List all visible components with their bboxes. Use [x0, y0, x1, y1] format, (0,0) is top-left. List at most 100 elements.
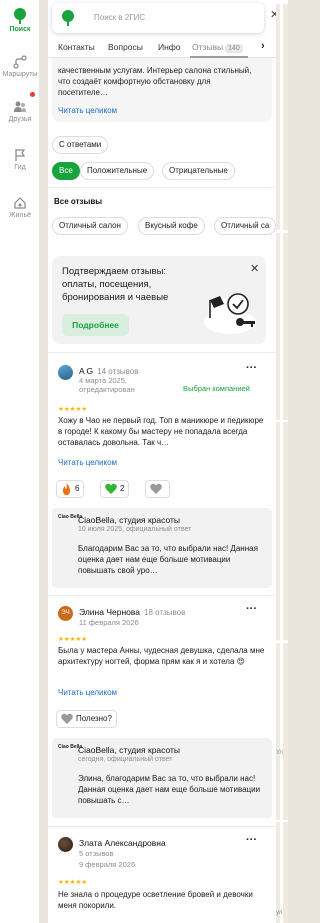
all-reviews-title: Все отзывы	[54, 197, 103, 206]
reviewer-name-text: A G	[79, 366, 94, 376]
search-input[interactable]: Поиск в 2ГИС	[94, 13, 145, 22]
reviewer-count: 5 отзывов	[79, 849, 114, 858]
reviewer-name-text: Злата Александровна	[79, 838, 166, 848]
search-leaf-icon	[0, 8, 40, 24]
review-card: A G 14 отзывов ··· 4 марта 2025, отредакт…	[48, 360, 276, 502]
more-icon[interactable]: ···	[246, 603, 257, 615]
rating-stars: ★★★★★	[58, 879, 88, 886]
rail-item-friends[interactable]: Друзья	[0, 100, 40, 123]
rail-label: Жильё	[9, 212, 31, 219]
reviewer-count: 14 отзывов	[97, 367, 139, 376]
green-heart-icon	[105, 484, 117, 495]
review-date: 9 февраля 2026	[79, 860, 136, 869]
rating-stars: ★★★★★	[58, 636, 88, 643]
tab-info[interactable]: Инфо	[158, 42, 181, 52]
reply-meta: 10 июля 2025, официальный ответ	[78, 526, 192, 533]
friends-icon	[0, 100, 40, 114]
review-text: Не знала о процедуре осветление бровей и…	[58, 890, 253, 910]
reaction-count: 6	[75, 484, 80, 493]
map-area[interactable]	[276, 0, 288, 923]
tag-chip[interactable]: Отличный са	[214, 217, 276, 235]
filter-negative[interactable]: Отрицательные	[162, 162, 235, 180]
reply-meta: сегодня, официальный ответ	[78, 756, 173, 763]
reviewer-name: Элина Чернова 18 отзывов	[79, 607, 185, 617]
guide-flag-icon	[0, 148, 40, 162]
promo-text: Подтверждаем отзывы: оплаты, посещения, …	[62, 266, 169, 303]
reaction-heart-button[interactable]: 2	[100, 480, 130, 498]
rating-stars: ★★★★★	[58, 406, 88, 413]
review-text: Была у мастера Анны, чудесная девушка, с…	[58, 646, 265, 666]
tab-contacts[interactable]: Контакты	[58, 42, 95, 52]
rail-item-housing[interactable]: Жильё	[0, 196, 40, 219]
rail-label: Маршруты	[2, 71, 38, 78]
reviews-count-badge: 140	[225, 44, 243, 53]
reply-text: Элина, благодарим Вас за то, что выбрали…	[78, 774, 261, 805]
tab-reviews-label: Отзывы	[192, 42, 224, 52]
close-icon[interactable]: ✕	[250, 262, 259, 275]
reaction-like-button[interactable]	[145, 480, 170, 498]
tab-questions[interactable]: Вопросы	[108, 42, 143, 52]
map-street-label: ул	[276, 910, 283, 916]
review-date: 11 февраля 2026	[79, 618, 139, 627]
heart-icon	[61, 714, 73, 725]
divider	[48, 595, 276, 596]
tag-chip[interactable]: Вкусный кофе	[138, 217, 205, 235]
avatar	[58, 365, 73, 380]
read-more-link[interactable]: Читать целиком	[58, 106, 117, 115]
divider	[48, 187, 276, 188]
rail-label: Гид	[14, 164, 26, 171]
helpful-label: Полезно?	[76, 714, 112, 723]
search-leaf-icon	[61, 10, 75, 31]
read-more-link[interactable]: Читать целиком	[58, 458, 117, 467]
reply-company-name: CiaoBella, студия красоты	[78, 745, 181, 755]
filter-all[interactable]: Все	[52, 162, 80, 180]
official-reply: Ciao Bella CiaoBella, студия красоты 10 …	[52, 508, 272, 588]
heart-icon	[150, 484, 162, 495]
avatar	[58, 837, 73, 852]
reply-company-name: CiaoBella, студия красоты	[78, 515, 181, 525]
reviewer-count: 18 отзывов	[144, 608, 186, 617]
divider	[48, 826, 276, 827]
promo-more-button[interactable]: Подробнее	[62, 314, 129, 336]
tab-bar: Контакты Вопросы Инфо Отзывы 140 ›	[48, 36, 276, 58]
helpful-button[interactable]: Полезно?	[56, 710, 117, 728]
read-more-link[interactable]: Читать целиком	[58, 688, 117, 697]
review-card: Злата Александровна ··· 5 отзывов 9 февр…	[48, 834, 276, 923]
divider	[48, 352, 276, 353]
more-icon[interactable]: ···	[246, 362, 257, 374]
avatar: ЭЧ	[58, 606, 73, 621]
description-text: качественным услугам. Интерьер салона ст…	[58, 66, 252, 97]
close-icon[interactable]: ✕	[270, 8, 276, 21]
map-street-label: Ул	[276, 750, 283, 756]
chosen-by-company-badge: Выбран компанией	[183, 384, 250, 393]
housing-icon	[0, 196, 40, 210]
filter-positive[interactable]: Положительные	[80, 162, 155, 180]
rail-label: Поиск	[9, 26, 31, 33]
review-text: Хожу в Чао не первый год. Топ в маникюре…	[58, 416, 264, 447]
fire-icon	[63, 482, 70, 495]
chevron-right-icon[interactable]: ›	[261, 40, 265, 52]
verified-illustration-icon	[200, 276, 260, 343]
reply-text: Благодарим Вас за то, что выбрали нас! Д…	[78, 544, 258, 575]
route-icon	[0, 55, 40, 69]
tab-reviews[interactable]: Отзывы 140	[192, 42, 243, 53]
reviewer-name: A G 14 отзывов	[79, 366, 139, 376]
review-card: ЭЧ Элина Чернова 18 отзывов ··· 11 феврал…	[48, 603, 276, 733]
left-rail: Поиск Маршруты Друзья Гид Жильё	[0, 0, 40, 923]
reaction-fire-button[interactable]: 6	[56, 480, 85, 498]
official-reply: Ciao Bella CiaoBella, студия красоты сег…	[52, 738, 272, 818]
rail-item-search[interactable]: Поиск	[0, 8, 40, 33]
rail-label: Друзья	[8, 116, 32, 123]
company-description: качественным услугам. Интерьер салона ст…	[52, 58, 272, 122]
notification-dot	[30, 92, 35, 97]
tag-chip[interactable]: Отличный салон	[52, 217, 128, 235]
more-icon[interactable]: ···	[246, 834, 257, 846]
reaction-count: 2	[120, 484, 125, 493]
verified-reviews-banner: Подтверждаем отзывы: оплаты, посещения, …	[52, 256, 266, 344]
filter-with-answers[interactable]: С ответами	[52, 136, 109, 154]
reviewer-name-text: Элина Чернова	[79, 607, 141, 617]
rail-item-routes[interactable]: Маршруты	[0, 55, 40, 78]
rail-item-guide[interactable]: Гид	[0, 148, 40, 171]
place-card-panel: Поиск в 2ГИС ✕ Контакты Вопросы Инфо Отз…	[48, 0, 276, 923]
search-bar[interactable]: Поиск в 2ГИС	[52, 3, 264, 33]
